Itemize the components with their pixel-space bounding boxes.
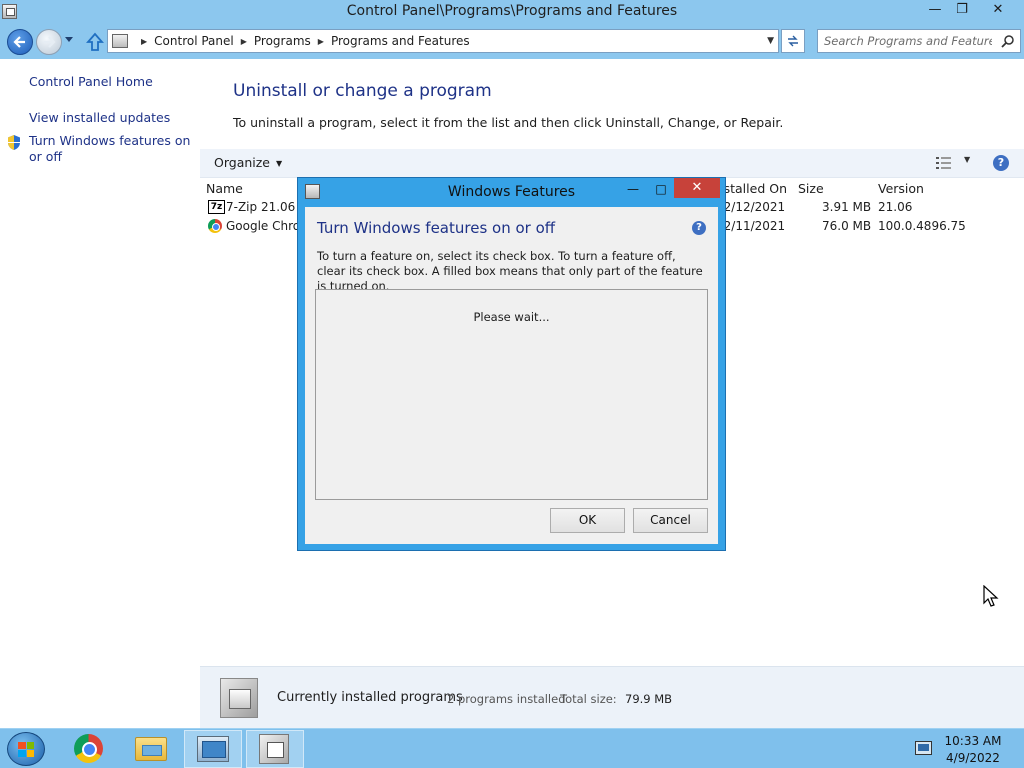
control-panel-icon: [112, 34, 128, 48]
forward-button[interactable]: [36, 29, 62, 55]
back-button[interactable]: [7, 29, 33, 55]
program-installed-on: 12/12/2021: [716, 200, 786, 214]
windows-features-dialog: Windows Features — □ ✕ Turn Windows feat…: [297, 177, 726, 551]
refresh-button[interactable]: [781, 29, 805, 53]
back-arrow-icon: [13, 36, 25, 48]
close-button[interactable]: ✕: [982, 0, 1014, 22]
page-subtitle: To uninstall a program, select it from t…: [233, 115, 784, 130]
details-pane: Currently installed programs 2 programs …: [200, 666, 1024, 728]
command-bar: Organize ▼ ▼ ?: [200, 149, 1024, 178]
start-button[interactable]: [7, 732, 45, 766]
shield-icon: [8, 135, 20, 150]
taskbar-windows-features-icon[interactable]: [259, 734, 289, 764]
features-list[interactable]: Please wait...: [315, 289, 708, 500]
sidebar-link-turn-windows-features[interactable]: Turn Windows features on or off: [29, 133, 194, 165]
navigation-bar: ▶ Control Panel ▶ Programs ▶ Programs and Fea…: [0, 24, 1024, 59]
mouse-cursor-icon: [983, 585, 999, 607]
taskbar-chrome-icon[interactable]: [74, 734, 103, 763]
status-label: Currently installed programs: [277, 690, 463, 705]
sidebar-link-view-installed-updates[interactable]: View installed updates: [29, 110, 170, 126]
dialog-close-button[interactable]: ✕: [674, 178, 720, 198]
windows-logo-icon: [18, 742, 34, 757]
program-size: 76.0 MB: [822, 219, 872, 233]
dialog-heading: Turn Windows features on or off: [317, 219, 556, 237]
program-version: 100.0.4896.75: [878, 219, 966, 233]
column-header-size[interactable]: Size: [798, 181, 824, 196]
program-version: 21.06: [878, 200, 913, 214]
forward-arrow-icon: [44, 36, 56, 48]
dialog-body: Turn Windows features on or off ? To tur…: [305, 207, 718, 544]
loading-text: Please wait...: [473, 310, 550, 324]
address-dropdown-icon[interactable]: ▼: [767, 30, 774, 52]
ok-button[interactable]: OK: [550, 508, 625, 533]
up-arrow-icon[interactable]: [86, 32, 104, 52]
breadcrumb-control-panel[interactable]: Control Panel: [154, 34, 234, 48]
programs-and-features-icon: [220, 678, 258, 718]
organize-label: Organize: [214, 155, 270, 170]
taskbar: 10:33 AM 4/9/2022: [0, 728, 1024, 768]
breadcrumb: ▶ Control Panel ▶ Programs ▶ Programs and Fea…: [134, 30, 470, 52]
status-program-count: 2 programs installed: [447, 692, 566, 706]
search-input[interactable]: [824, 32, 992, 50]
7zip-icon: 7z: [208, 200, 225, 214]
sidebar-link-control-panel-home[interactable]: Control Panel Home: [29, 74, 153, 90]
action-center-icon[interactable]: [915, 741, 932, 755]
page-title: Uninstall or change a program: [233, 81, 492, 101]
chevron-down-icon: ▼: [276, 159, 283, 168]
help-icon[interactable]: ?: [993, 155, 1009, 171]
program-name: 7-Zip 21.06: [226, 200, 296, 214]
dialog-maximize-button[interactable]: □: [648, 180, 674, 200]
dialog-minimize-button[interactable]: —: [620, 180, 646, 200]
search-icon[interactable]: [1001, 34, 1015, 48]
organize-button[interactable]: Organize ▼: [214, 155, 282, 170]
view-dropdown-icon[interactable]: ▼: [964, 155, 970, 164]
column-header-name[interactable]: Name: [206, 181, 243, 196]
chrome-icon: [208, 219, 222, 233]
window-title: Control Panel\Programs\Programs and Feat…: [346, 3, 678, 19]
chevron-right-icon[interactable]: ▶: [241, 31, 247, 53]
taskbar-control-panel-icon[interactable]: [197, 736, 229, 762]
recent-pages-dropdown-icon[interactable]: [64, 36, 74, 44]
program-installed-on: 12/11/2021: [716, 219, 786, 233]
clock-date[interactable]: 4/9/2022: [940, 751, 1006, 765]
help-icon[interactable]: ?: [692, 221, 706, 235]
status-total-size-label: Total size:: [560, 692, 617, 706]
chevron-right-icon[interactable]: ▶: [141, 31, 147, 53]
window-titlebar: Control Panel\Programs\Programs and Feat…: [0, 0, 1024, 24]
sidebar: Control Panel Home View installed update…: [0, 59, 200, 728]
breadcrumb-programs-and-features[interactable]: Programs and Features: [331, 34, 470, 48]
breadcrumb-programs[interactable]: Programs: [254, 34, 311, 48]
search-box[interactable]: [817, 29, 1021, 53]
refresh-icon: [788, 35, 798, 47]
column-header-version[interactable]: Version: [878, 181, 924, 196]
chevron-right-icon[interactable]: ▶: [318, 31, 324, 53]
clock-time[interactable]: 10:33 AM: [940, 734, 1006, 748]
maximize-button[interactable]: ❐: [946, 0, 978, 22]
taskbar-file-explorer-icon[interactable]: [135, 737, 167, 761]
address-bar[interactable]: ▶ Control Panel ▶ Programs ▶ Programs and Fea…: [107, 29, 779, 53]
dialog-description: To turn a feature on, select its check b…: [317, 249, 703, 293]
program-size: 3.91 MB: [822, 200, 872, 214]
cancel-button[interactable]: Cancel: [633, 508, 708, 533]
status-total-size: 79.9 MB: [625, 692, 673, 706]
view-options-icon[interactable]: [936, 157, 952, 169]
